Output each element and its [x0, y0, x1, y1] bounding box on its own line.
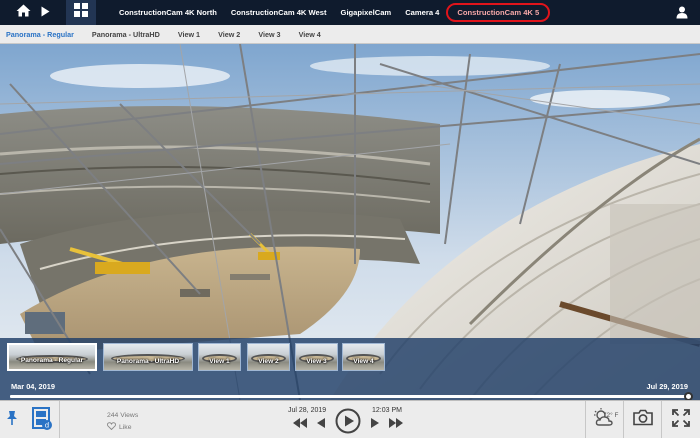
- thumb-view-1[interactable]: View 1: [198, 343, 241, 371]
- thumb-view-2[interactable]: View 2: [247, 343, 290, 371]
- home-icon[interactable]: [16, 4, 31, 22]
- app-window: ConstructionCam 4K North ConstructionCam…: [0, 0, 700, 438]
- weather-button[interactable]: [585, 401, 623, 438]
- snapshot-strip: Panorama - Regular Panorama - UltraHD Vi…: [0, 338, 700, 401]
- tab-panorama-ultrahd[interactable]: Panorama - UltraHD: [83, 30, 169, 39]
- camera-tabs: ConstructionCam 4K North ConstructionCam…: [112, 0, 551, 25]
- current-time: 12:03 PM: [372, 407, 402, 414]
- view-count: 244 Views: [107, 412, 139, 419]
- thumb-label: View 4: [353, 358, 374, 365]
- pin-icon: [6, 410, 18, 431]
- weather-icon: [592, 407, 618, 434]
- thumb-panorama-ultrahd[interactable]: Panorama - UltraHD: [103, 343, 193, 371]
- like-button[interactable]: Like: [107, 422, 131, 432]
- view-tabs: Panorama - Regular Panorama - UltraHD Vi…: [0, 25, 700, 44]
- thumb-view-3[interactable]: View 3: [295, 343, 338, 371]
- current-date: Jul 28, 2019: [288, 407, 327, 414]
- thumb-label: View 2: [258, 358, 279, 365]
- thumb-view-4[interactable]: View 4: [342, 343, 385, 371]
- timelapse-button[interactable]: d: [24, 401, 60, 438]
- fullscreen-icon: [672, 408, 690, 432]
- tab-view-1[interactable]: View 1: [169, 30, 209, 39]
- grid-view-button[interactable]: [66, 0, 96, 25]
- tab-view-3[interactable]: View 3: [249, 30, 289, 39]
- fullscreen-button[interactable]: [661, 401, 700, 438]
- bottom-toolbar: d 244 Views Like Jul 28, 2019 12:03 PM 7…: [0, 400, 700, 438]
- pin-button[interactable]: [0, 401, 24, 438]
- tab-constructioncam-4k-west[interactable]: ConstructionCam 4K West: [224, 8, 334, 17]
- snapshot-button[interactable]: [623, 401, 661, 438]
- tab-view-2[interactable]: View 2: [209, 30, 249, 39]
- play-circle-icon[interactable]: [335, 408, 361, 438]
- tab-camera-4[interactable]: Camera 4: [398, 8, 446, 17]
- play-icon[interactable]: [41, 4, 50, 22]
- timeline-slider[interactable]: [10, 392, 693, 401]
- step-back-icon[interactable]: [317, 415, 325, 433]
- film-icon: d: [30, 406, 54, 435]
- user-icon[interactable]: [676, 6, 688, 24]
- tab-panorama-regular[interactable]: Panorama - Regular: [0, 30, 83, 39]
- tab-constructioncam-4k-north[interactable]: ConstructionCam 4K North: [112, 8, 224, 17]
- thumb-label: Panorama - Regular: [20, 357, 84, 364]
- tab-view-4[interactable]: View 4: [290, 30, 330, 39]
- timeline-start-date: Mar 04, 2019: [11, 382, 55, 391]
- camera-icon: [632, 409, 654, 431]
- like-label: Like: [119, 423, 132, 431]
- skip-back-icon[interactable]: [293, 415, 307, 433]
- top-bar: ConstructionCam 4K North ConstructionCam…: [0, 0, 700, 25]
- thumb-label: View 1: [209, 358, 230, 365]
- top-left-controls: [0, 0, 66, 25]
- heart-icon: [107, 422, 116, 432]
- grid-icon: [74, 3, 88, 22]
- thumb-panorama-regular[interactable]: Panorama - Regular: [7, 343, 97, 371]
- skip-forward-icon[interactable]: [389, 415, 403, 433]
- tab-gigapixelcam[interactable]: GigapixelCam: [334, 8, 399, 17]
- thumb-label: View 3: [306, 358, 327, 365]
- svg-text:d: d: [44, 421, 48, 429]
- timeline-end-date: Jul 29, 2019: [646, 382, 688, 391]
- tab-constructioncam-4k-5[interactable]: ConstructionCam 4K 5: [446, 3, 551, 22]
- thumb-label: Panorama - UltraHD: [116, 358, 180, 365]
- temperature-label: 72° F: [603, 412, 619, 419]
- step-forward-icon[interactable]: [371, 415, 379, 433]
